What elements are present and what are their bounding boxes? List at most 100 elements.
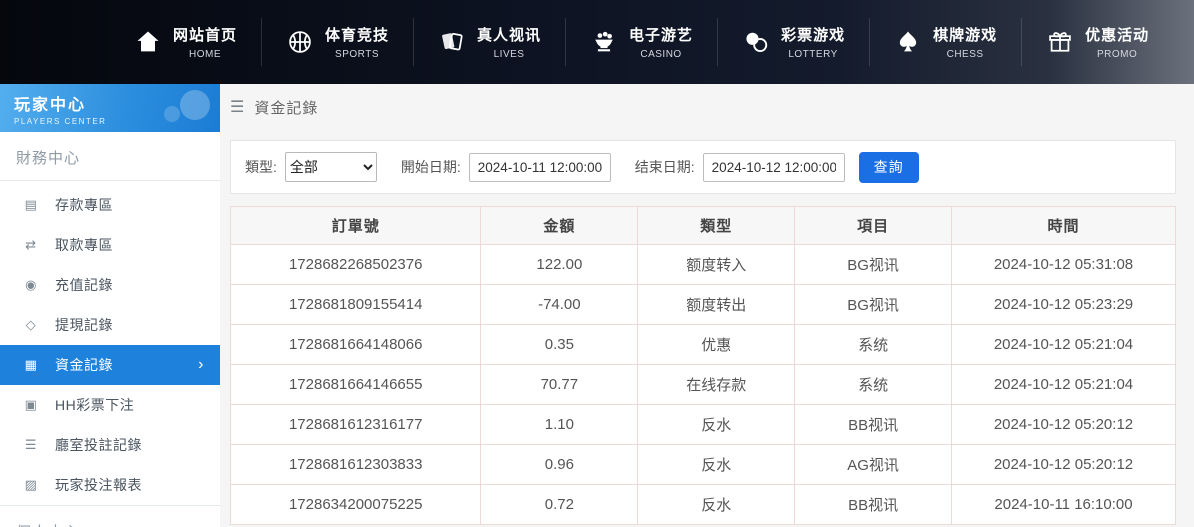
chevron-right-icon: › — [198, 356, 204, 374]
sidebar-item-label: 取款專區 — [55, 235, 113, 255]
amount-cell: 70.77 — [481, 365, 638, 405]
type-cell: 额度转出 — [638, 285, 795, 325]
nav-label-zh: 彩票游戏 — [781, 24, 845, 45]
amount-cell: 0.35 — [481, 325, 638, 365]
time-cell: 2024-10-11 16:10:00 — [952, 485, 1176, 525]
nav-item-home[interactable]: 网站首页 HOME — [110, 18, 261, 66]
end-date-label: 结束日期: — [635, 157, 695, 177]
nav-item-chess[interactable]: 棋牌游戏 CHESS — [869, 18, 1021, 66]
funds-record-icon: ▦ — [22, 357, 40, 373]
lottery-bet-icon: ▣ — [22, 397, 40, 413]
nav-label-zh: 网站首页 — [173, 24, 237, 45]
amount-cell: 122.00 — [481, 245, 638, 285]
nav-item-lottery[interactable]: 彩票游戏 LOTTERY — [717, 18, 869, 66]
start-date-label: 開始日期: — [401, 157, 461, 177]
type-column-header: 類型 — [638, 207, 795, 245]
type-select[interactable]: 全部 — [285, 152, 377, 182]
time-column-header: 時間 — [952, 207, 1176, 245]
sidebar-item-hall-bet-records[interactable]: ☰ 廳室投註記錄 — [0, 425, 220, 465]
order-cell: 1728681612303833 — [231, 445, 481, 485]
nav-label-en: LOTTERY — [788, 49, 837, 60]
nav-item-sports[interactable]: 体育竞技 SPORTS — [261, 18, 413, 66]
amount-cell: 0.96 — [481, 445, 638, 485]
recharge-record-icon: ◉ — [22, 277, 40, 293]
sidebar: 玩家中心 PLAYERS CENTER 財務中心 ▤ 存款專區 ⇄ 取款專區 ◉… — [0, 84, 220, 527]
sidebar-item-label: HH彩票下注 — [55, 395, 134, 415]
nav-item-lives[interactable]: 真人视讯 LIVES — [413, 18, 565, 66]
nav-label-zh: 体育竞技 — [325, 24, 389, 45]
nav-label-zh: 电子游艺 — [629, 24, 693, 45]
player-report-icon: ▨ — [22, 477, 40, 493]
sidebar-item-hh-lottery-bets[interactable]: ▣ HH彩票下注 — [0, 385, 220, 425]
table-row: 1728681612316177 1.10 反水 BB视讯 2024-10-12… — [231, 405, 1176, 445]
finance-menu: ▤ 存款專區 ⇄ 取款專區 ◉ 充值記錄 ◇ 提現記錄 ▦ 資金記錄 › ▣ — [0, 181, 220, 505]
table-header-row: 訂單號 金額 類型 項目 時間 — [231, 207, 1176, 245]
type-cell: 额度转入 — [638, 245, 795, 285]
home-icon — [134, 28, 162, 56]
table-row: 1728681809155414 -74.00 额度转出 BG视讯 2024-1… — [231, 285, 1176, 325]
order-cell: 1728634200075225 — [231, 485, 481, 525]
nav-label-en: CHESS — [947, 49, 984, 60]
main-content: ☰ 資金記錄 類型: 全部 開始日期: 结束日期: 查詢 訂單號 — [220, 84, 1194, 527]
filter-bar: 類型: 全部 開始日期: 结束日期: 查詢 — [230, 140, 1176, 194]
time-cell: 2024-10-12 05:31:08 — [952, 245, 1176, 285]
sidebar-item-player-bet-report[interactable]: ▨ 玩家投注報表 — [0, 465, 220, 505]
nav-label-zh: 棋牌游戏 — [933, 24, 997, 45]
order-cell: 1728681809155414 — [231, 285, 481, 325]
search-button[interactable]: 查詢 — [859, 152, 919, 183]
nav-label-en: PROMO — [1097, 49, 1137, 60]
sidebar-item-label: 資金記錄 — [55, 355, 113, 375]
sidebar-item-label: 存款專區 — [55, 195, 113, 215]
end-date-input[interactable] — [703, 153, 845, 182]
nav-label-zh: 真人视讯 — [477, 24, 541, 45]
sidebar-item-withdrawal-records[interactable]: ◇ 提現記錄 — [0, 305, 220, 345]
item-cell: 系统 — [795, 325, 952, 365]
playing-cards-icon — [438, 28, 466, 56]
order-cell: 1728681664146655 — [231, 365, 481, 405]
amount-cell: 1.10 — [481, 405, 638, 445]
sidebar-item-withdraw-area[interactable]: ⇄ 取款專區 — [0, 225, 220, 265]
nav-item-casino[interactable]: 电子游艺 CASINO — [565, 18, 717, 66]
nav-label-en: HOME — [189, 49, 221, 60]
breadcrumb: ☰ 資金記錄 — [230, 84, 1176, 130]
nav-item-promo[interactable]: 优惠活动 PROMO — [1021, 18, 1173, 66]
jackpot-pot-icon — [590, 28, 618, 56]
nav-label-en: CASINO — [640, 49, 681, 60]
type-label: 類型: — [245, 157, 277, 177]
order-number-column-header: 訂單號 — [231, 207, 481, 245]
item-cell: BG视讯 — [795, 285, 952, 325]
table-row: 1728634200075225 0.72 反水 BB视讯 2024-10-11… — [231, 485, 1176, 525]
sidebar-item-deposit-area[interactable]: ▤ 存款專區 — [0, 185, 220, 225]
item-cell: AG视讯 — [795, 445, 952, 485]
time-cell: 2024-10-12 05:21:04 — [952, 365, 1176, 405]
table-row: 1728681664148066 0.35 优惠 系统 2024-10-12 0… — [231, 325, 1176, 365]
order-cell: 1728682268502376 — [231, 245, 481, 285]
deposit-card-icon: ▤ — [22, 197, 40, 213]
time-cell: 2024-10-12 05:20:12 — [952, 405, 1176, 445]
time-cell: 2024-10-12 05:23:29 — [952, 285, 1176, 325]
type-cell: 反水 — [638, 405, 795, 445]
sports-ball-icon — [286, 28, 314, 56]
type-cell: 反水 — [638, 485, 795, 525]
sidebar-item-recharge-records[interactable]: ◉ 充值記錄 — [0, 265, 220, 305]
section-title-personal: 個人中心 — [0, 505, 220, 527]
players-center-header: 玩家中心 PLAYERS CENTER — [0, 84, 220, 132]
table-row: 1728681664146655 70.77 在线存款 系统 2024-10-1… — [231, 365, 1176, 405]
sidebar-item-label: 提現記錄 — [55, 315, 113, 335]
nav-label-en: SPORTS — [335, 49, 379, 60]
item-cell: BB视讯 — [795, 485, 952, 525]
time-cell: 2024-10-12 05:20:12 — [952, 445, 1176, 485]
sidebar-item-funds-records[interactable]: ▦ 資金記錄 › — [0, 345, 220, 385]
table-row: 1728682268502376 122.00 额度转入 BG视讯 2024-1… — [231, 245, 1176, 285]
nav-label-en: LIVES — [494, 49, 525, 60]
menu-toggle-icon[interactable]: ☰ — [230, 97, 245, 117]
sidebar-item-label: 玩家投注報表 — [55, 475, 142, 495]
nav-label-zh: 优惠活动 — [1085, 24, 1149, 45]
start-date-input[interactable] — [469, 153, 611, 182]
type-cell: 优惠 — [638, 325, 795, 365]
amount-cell: -74.00 — [481, 285, 638, 325]
order-cell: 1728681612316177 — [231, 405, 481, 445]
item-cell: BG视讯 — [795, 245, 952, 285]
amount-column-header: 金額 — [481, 207, 638, 245]
section-title-finance: 財務中心 — [0, 132, 220, 181]
